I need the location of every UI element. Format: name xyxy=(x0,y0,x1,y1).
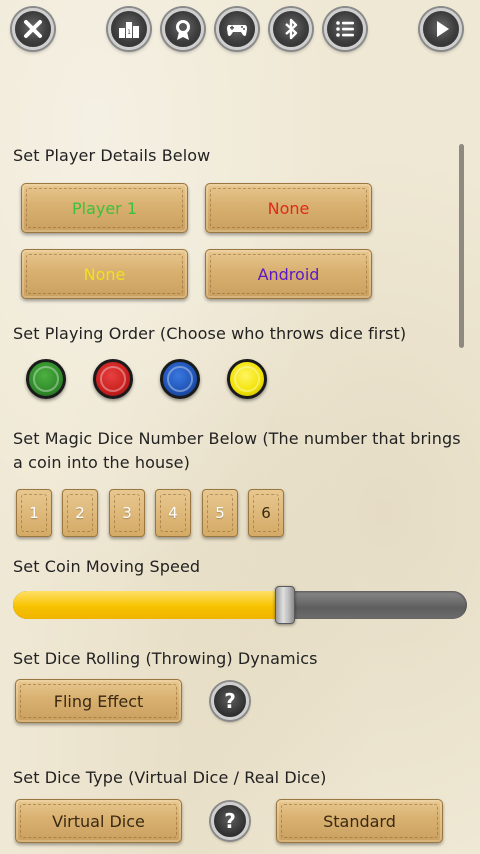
gamepad-button[interactable] xyxy=(216,8,258,50)
virtual-dice-label: Virtual Dice xyxy=(52,811,145,831)
top-toolbar: 1 xyxy=(0,0,480,64)
coin-yellow[interactable] xyxy=(227,359,267,399)
magic-number-4[interactable]: 4 xyxy=(155,489,191,537)
player-slot-3-label: None xyxy=(83,264,126,284)
magic-number-6[interactable]: 6 xyxy=(248,489,284,537)
dice-style-label: Standard xyxy=(323,811,396,831)
help-icon: ? xyxy=(224,689,236,713)
magic-number-5[interactable]: 5 xyxy=(202,489,238,537)
player-slot-3-button[interactable]: None xyxy=(21,249,188,299)
coin-speed-fill xyxy=(13,591,285,619)
magic-number-3[interactable]: 3 xyxy=(109,489,145,537)
player-slot-4-label: Android xyxy=(257,264,320,284)
leaderboard-button[interactable]: 1 xyxy=(108,8,150,50)
bluetooth-icon xyxy=(285,18,298,40)
player-slot-1-label: Player 1 xyxy=(71,198,138,218)
coin-speed-thumb[interactable] xyxy=(275,586,295,624)
coin-blue[interactable] xyxy=(160,359,200,399)
play-button[interactable] xyxy=(420,8,462,50)
dice-style-button[interactable]: Standard xyxy=(276,799,443,843)
coin-speed-slider[interactable] xyxy=(13,591,467,619)
leaderboard-icon: 1 xyxy=(119,22,139,38)
magic-number-1[interactable]: 1 xyxy=(16,489,52,537)
fling-effect-label: Fling Effect xyxy=(53,691,144,711)
coin-green[interactable] xyxy=(26,359,66,399)
coin-red[interactable] xyxy=(93,359,133,399)
achievements-button[interactable] xyxy=(162,8,204,50)
award-icon xyxy=(176,20,190,40)
player-slot-1-button[interactable]: Player 1 xyxy=(21,183,188,233)
play-icon xyxy=(437,21,449,37)
svg-text:1: 1 xyxy=(127,29,131,36)
dynamics-help-button[interactable]: ? xyxy=(211,682,249,720)
player-slot-2-button[interactable]: None xyxy=(205,183,372,233)
player-slot-4-button[interactable]: Android xyxy=(205,249,372,299)
magic-number-2[interactable]: 2 xyxy=(62,489,98,537)
player-slot-2-label: None xyxy=(267,198,310,218)
gamepad-icon xyxy=(227,25,247,36)
bluetooth-button[interactable] xyxy=(270,8,312,50)
magic-dice-heading: Set Magic Dice Number Below (The number … xyxy=(13,429,461,472)
playing-order-heading: Set Playing Order (Choose who throws dic… xyxy=(13,324,407,343)
close-button[interactable] xyxy=(12,8,54,50)
coin-speed-heading: Set Coin Moving Speed xyxy=(13,557,201,576)
dice-type-help-button[interactable]: ? xyxy=(211,802,249,840)
menu-button[interactable] xyxy=(324,8,366,50)
close-icon xyxy=(24,20,42,38)
dice-dynamics-heading: Set Dice Rolling (Throwing) Dynamics xyxy=(13,649,318,668)
virtual-dice-button[interactable]: Virtual Dice xyxy=(15,799,182,843)
dice-type-heading: Set Dice Type (Virtual Dice / Real Dice) xyxy=(13,768,327,787)
player-details-heading: Set Player Details Below xyxy=(13,146,211,165)
scrollbar[interactable] xyxy=(459,144,464,348)
menu-list-icon xyxy=(336,21,354,37)
help-icon: ? xyxy=(224,809,236,833)
fling-effect-button[interactable]: Fling Effect xyxy=(15,679,182,723)
